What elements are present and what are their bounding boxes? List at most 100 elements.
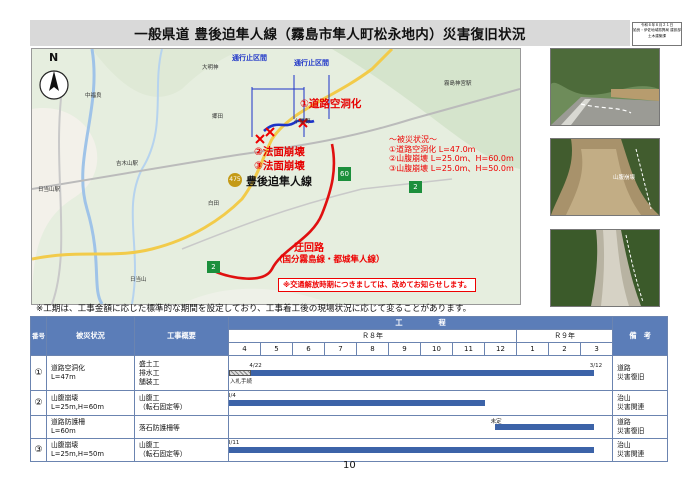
- note-text: 道路: [617, 418, 631, 426]
- place-name: 日当山: [130, 277, 147, 283]
- month-cell: 5: [260, 342, 293, 356]
- note-text: 治山: [617, 441, 631, 449]
- work-text: 排水工: [139, 368, 160, 377]
- site-label: ②法面崩壊: [254, 146, 305, 158]
- site-photo: ①: [550, 48, 660, 126]
- damage-cell: 道路防護柵 L=60m: [46, 415, 135, 439]
- table-row: ① 道路空洞化 L=47m 盛土工 排水工 舗装工 入札手続 4/22 3/12 道…: [30, 355, 669, 391]
- month-cell: 12: [484, 342, 517, 356]
- route-shield: 60: [338, 167, 351, 181]
- route-shield: 475: [228, 173, 242, 187]
- work-text: （転石固定等）: [139, 450, 187, 458]
- damage-cell: 道路空洞化 L=47m: [46, 355, 135, 391]
- route-shield: 2: [409, 181, 422, 193]
- site-photo: ③: [550, 229, 660, 307]
- site-label: ③法面崩壊: [254, 160, 305, 172]
- site-photo: 山腹崩壊 ②: [550, 138, 660, 216]
- photo-road-cavity: [551, 49, 659, 125]
- gantt-cell: 未定: [227, 415, 614, 439]
- location-map: N 通行止区間 通行止区間 ①道路空洞化 ②法面崩壊 ③法面崩壊 475 豊後迫…: [31, 48, 521, 305]
- note-cell: 道路 災害復旧: [612, 415, 669, 439]
- month-cell: 6: [292, 342, 325, 356]
- detour-title: 迂回路: [294, 243, 324, 254]
- work-period-bar: [494, 424, 594, 430]
- note-text: 災害関連: [617, 450, 645, 458]
- damage-item: ①道路空洞化 L=47.0m: [389, 144, 476, 154]
- year-r9: Ｒ９年: [515, 329, 614, 343]
- header-schedule: 工 程: [227, 316, 614, 330]
- damage-text: 道路空洞化: [51, 364, 85, 372]
- month-cell: 8: [356, 342, 389, 356]
- damage-text: L=60m: [51, 427, 76, 435]
- closure-label: 通行止区間: [232, 54, 267, 62]
- place-name: 吉木山駅: [116, 161, 139, 167]
- gantt-cell: 3/4: [227, 390, 614, 416]
- table-row: ② 山腹崩壊 L=25m,H=60m 山腹工 （転石固定等） 3/4 治山 災害…: [30, 390, 669, 416]
- place-name: 日当山駅: [38, 187, 61, 193]
- year-r8: Ｒ８年: [228, 329, 517, 343]
- place-name: 大明神: [202, 65, 219, 71]
- schedule-table: 番号 被災状況 工事概要 工 程 備 考 Ｒ８年 Ｒ９年 4 5 6 7 8 9…: [30, 316, 669, 468]
- work-text: 舗装工: [139, 377, 160, 386]
- damage-text: L=25m,H=50m: [51, 450, 104, 458]
- undecided-label: 未定: [490, 419, 502, 425]
- header-note: 備 考: [612, 316, 669, 356]
- damage-item: ②山腹崩壊 L=25.0m、H=60.0m: [389, 154, 514, 163]
- work-period-bar: [251, 370, 594, 376]
- notice-box: ※交通解放時期につきましては、改めてお知らせします。: [278, 278, 477, 292]
- work-cell: 盛土工 排水工 舗装工: [134, 355, 229, 391]
- place-name: 白田: [208, 201, 220, 207]
- note-text: 災害復旧: [617, 373, 645, 381]
- end-date-label: 3/12: [589, 363, 603, 369]
- damage-text: 道路防護柵: [51, 418, 85, 426]
- row-number: ②: [30, 390, 47, 416]
- work-text: 山腹工: [139, 394, 160, 402]
- damage-title: ～被災状況～: [389, 135, 437, 144]
- work-text: （転石固定等）: [139, 403, 187, 411]
- work-period-bar: [229, 447, 594, 453]
- note-cell: 治山 災害関連: [612, 390, 669, 416]
- route-shield: 2: [207, 261, 220, 273]
- month-cell: 7: [324, 342, 357, 356]
- work-cell: 山腹工 （転石固定等）: [134, 390, 229, 416]
- header-work: 工事概要: [134, 316, 229, 356]
- row-number: [30, 415, 47, 439]
- damage-summary: ～被災状況～ ①道路空洞化 L=47.0m ②山腹崩壊 L=25.0m、H=60…: [389, 135, 514, 173]
- work-text: 落石防護柵等: [139, 424, 180, 432]
- tender-label: 入札手続: [230, 379, 253, 385]
- damage-text: 山腹崩壊: [51, 441, 79, 449]
- note-text: 災害関連: [617, 403, 645, 411]
- tender-period-bar: [229, 370, 252, 376]
- note-cell: 治山 災害関連: [612, 438, 669, 462]
- start-date-label: 3/4: [230, 393, 236, 399]
- note-text: 治山: [617, 394, 631, 402]
- note-cell: 道路 災害復旧: [612, 355, 669, 391]
- place-name: 郷田: [212, 114, 224, 120]
- month-cell: 10: [420, 342, 453, 356]
- start-date-label: 4/22: [249, 363, 262, 369]
- stamp-line: 土木建築課: [648, 33, 666, 38]
- damage-item: ③山腹崩壊 L=25.0m、H=50.0m: [389, 163, 514, 173]
- schedule-note: ※工期は、工事金額に応じた標準的な期間を設定しており、工事着工後の現場状況に応じ…: [36, 304, 472, 314]
- header-number: 番号: [30, 316, 47, 356]
- damage-cell: 山腹崩壊 L=25m,H=60m: [46, 390, 135, 416]
- month-cell: 1: [516, 342, 549, 356]
- work-text: 盛土工: [139, 359, 160, 368]
- site-label: ①道路空洞化: [300, 98, 362, 110]
- gantt-cell: 3/11: [227, 438, 614, 462]
- damage-text: L=25m,H=60m: [51, 403, 104, 411]
- page-title: 一般県道 豊後迫隼人線（霧島市隼人町松永地内）災害復旧状況: [134, 27, 526, 43]
- note-text: 災害復旧: [617, 427, 645, 435]
- page-number: 10: [343, 460, 356, 471]
- issuer-stamp: 令和６年６月２１日 姶良・伊佐地域振興局 建設部 土木建築課: [632, 22, 682, 46]
- table-row: ③ 山腹崩壊 L=25m,H=50m 山腹工 （転石固定等） 3/11 治山 災…: [30, 438, 669, 462]
- photo-column: ① 山腹崩壊 ② ③: [546, 48, 663, 307]
- damage-text: 山腹崩壊: [51, 394, 79, 402]
- month-cell: 11: [452, 342, 485, 356]
- work-text: 山腹工: [139, 441, 160, 449]
- month-cell: 2: [548, 342, 581, 356]
- gantt-cell: 入札手続 4/22 3/12: [227, 355, 614, 391]
- header-damage: 被災状況: [46, 316, 135, 356]
- detour-routes: （国分霧島線・都城隼人線）: [274, 255, 385, 265]
- damage-text: L=47m: [51, 373, 76, 381]
